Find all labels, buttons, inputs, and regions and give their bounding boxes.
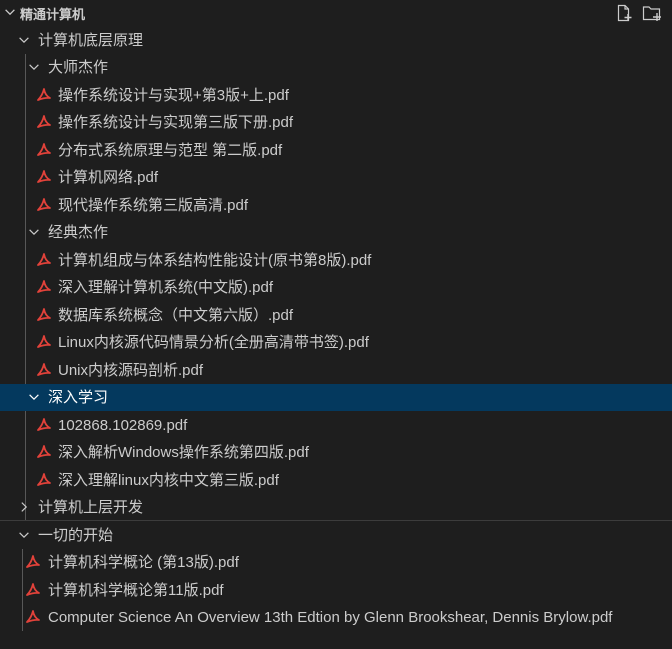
new-file-icon bbox=[617, 4, 632, 22]
file-label: 深入理解linux内核中文第三版.pdf bbox=[58, 472, 279, 489]
explorer-title: 精通计算机 bbox=[20, 7, 86, 22]
pdf-file-icon bbox=[37, 88, 51, 101]
pdf-file-icon bbox=[37, 198, 51, 211]
pdf-file-icon bbox=[37, 280, 51, 293]
pdf-file-icon bbox=[26, 610, 40, 623]
folder-label: 一切的开始 bbox=[38, 527, 114, 544]
new-folder-icon bbox=[642, 6, 661, 21]
pdf-file-icon bbox=[37, 418, 51, 431]
explorer-header[interactable]: 精通计算机 bbox=[0, 0, 672, 26]
chevron-down-icon bbox=[29, 64, 39, 71]
file-label: 计算机组成与体系结构性能设计(原书第8版).pdf bbox=[58, 252, 372, 269]
folder-label: 计算机底层原理 bbox=[38, 32, 144, 49]
tree-folder-master-works[interactable]: 大师杰作 bbox=[0, 54, 672, 81]
tree-folder-computer-fundamentals[interactable]: 计算机底层原理 bbox=[0, 27, 672, 54]
chevron-down-icon bbox=[19, 532, 29, 539]
tree-file-pdf[interactable]: 深入理解linux内核中文第三版.pdf bbox=[0, 467, 672, 494]
tree-file-pdf[interactable]: 分布式系统原理与范型 第二版.pdf bbox=[0, 137, 672, 164]
pdf-file-icon bbox=[37, 445, 51, 458]
file-label: 深入理解计算机系统(中文版).pdf bbox=[58, 279, 274, 296]
chevron-down-icon bbox=[29, 229, 39, 236]
pdf-file-icon bbox=[37, 115, 51, 128]
tree-file-pdf[interactable]: 数据库系统概念（中文第六版）.pdf bbox=[0, 302, 672, 329]
file-label: Linux内核源代码情景分析(全册高清带书签).pdf bbox=[58, 334, 369, 351]
tree-file-pdf[interactable]: 现代操作系统第三版高清.pdf bbox=[0, 192, 672, 219]
new-file-button[interactable] bbox=[614, 3, 634, 23]
file-label: Unix内核源码剖析.pdf bbox=[58, 362, 204, 379]
tree-file-pdf[interactable]: 深入理解计算机系统(中文版).pdf bbox=[0, 274, 672, 301]
tree-file-pdf[interactable]: Computer Science An Overview 13th Edtion… bbox=[0, 604, 672, 631]
file-label: 102868.102869.pdf bbox=[58, 417, 188, 434]
tree-file-pdf[interactable]: 计算机网络.pdf bbox=[0, 164, 672, 191]
pdf-file-icon bbox=[37, 143, 51, 156]
tree-folder-classic-works[interactable]: 经典杰作 bbox=[0, 219, 672, 246]
pdf-file-icon bbox=[37, 170, 51, 183]
pdf-file-icon bbox=[26, 555, 40, 568]
pdf-file-icon bbox=[37, 335, 51, 348]
chevron-down-icon bbox=[19, 37, 29, 44]
tree-file-pdf[interactable]: 操作系统设计与实现+第3版+上.pdf bbox=[0, 82, 672, 109]
new-folder-button[interactable] bbox=[642, 3, 662, 23]
folder-label: 大师杰作 bbox=[48, 59, 109, 76]
file-label: 深入解析Windows操作系统第四版.pdf bbox=[58, 444, 309, 461]
chevron-down-icon[interactable] bbox=[3, 5, 17, 19]
tree-file-pdf[interactable]: 计算机组成与体系结构性能设计(原书第8版).pdf bbox=[0, 247, 672, 274]
pdf-file-icon bbox=[37, 473, 51, 486]
tree-file-pdf[interactable]: 计算机科学概论第11版.pdf bbox=[0, 577, 672, 604]
tree-file-pdf[interactable]: 深入解析Windows操作系统第四版.pdf bbox=[0, 439, 672, 466]
file-label: 计算机科学概论第11版.pdf bbox=[48, 582, 224, 599]
tree-file-pdf[interactable]: 计算机科学概论 (第13版).pdf bbox=[0, 549, 672, 576]
tree-folder-deep-learning[interactable]: 深入学习 bbox=[0, 384, 672, 411]
tree-file-pdf[interactable]: 操作系统设计与实现第三版下册.pdf bbox=[0, 109, 672, 136]
section-divider bbox=[0, 520, 672, 521]
folder-label: 计算机上层开发 bbox=[38, 499, 144, 516]
file-label: 数据库系统概念（中文第六版）.pdf bbox=[58, 307, 294, 324]
file-label: 现代操作系统第三版高清.pdf bbox=[58, 197, 249, 214]
pdf-file-icon bbox=[26, 583, 40, 596]
folder-label: 深入学习 bbox=[48, 389, 109, 406]
file-label: 分布式系统原理与范型 第二版.pdf bbox=[58, 142, 283, 159]
tree-file-pdf[interactable]: Unix内核源码剖析.pdf bbox=[0, 357, 672, 384]
chevron-right-icon bbox=[21, 502, 28, 512]
chevron-down-icon bbox=[29, 394, 39, 401]
tree-file-pdf[interactable]: Linux内核源代码情景分析(全册高清带书签).pdf bbox=[0, 329, 672, 356]
folder-label: 经典杰作 bbox=[48, 224, 109, 241]
file-label: 操作系统设计与实现第三版下册.pdf bbox=[58, 114, 294, 131]
tree-folder-upper-development[interactable]: 计算机上层开发 bbox=[0, 494, 672, 521]
file-label: 计算机网络.pdf bbox=[58, 169, 159, 186]
tree-file-pdf[interactable]: 102868.102869.pdf bbox=[0, 412, 672, 439]
pdf-file-icon bbox=[37, 363, 51, 376]
file-label: 计算机科学概论 (第13版).pdf bbox=[48, 554, 239, 571]
tree-folder-beginning[interactable]: 一切的开始 bbox=[0, 522, 672, 549]
pdf-file-icon bbox=[37, 308, 51, 321]
pdf-file-icon bbox=[37, 253, 51, 266]
file-label: 操作系统设计与实现+第3版+上.pdf bbox=[58, 87, 289, 104]
file-label: Computer Science An Overview 13th Edtion… bbox=[48, 609, 613, 626]
